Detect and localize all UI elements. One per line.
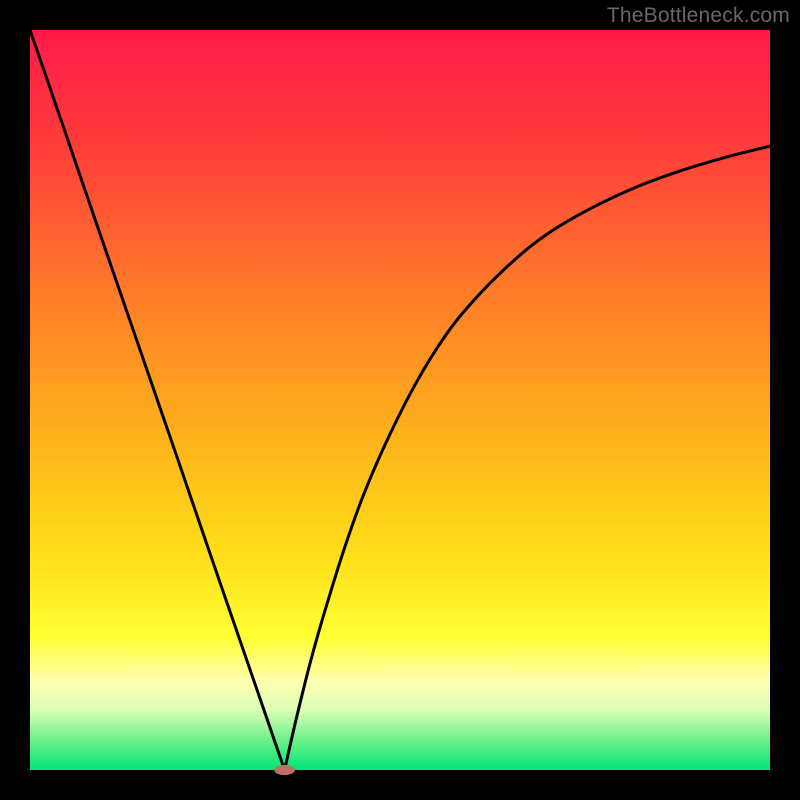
bottleneck-marker [274,765,295,775]
chart-frame: TheBottleneck.com [0,0,800,800]
plot-background [30,30,770,770]
watermark-text: TheBottleneck.com [607,4,790,28]
bottleneck-chart [0,0,800,800]
